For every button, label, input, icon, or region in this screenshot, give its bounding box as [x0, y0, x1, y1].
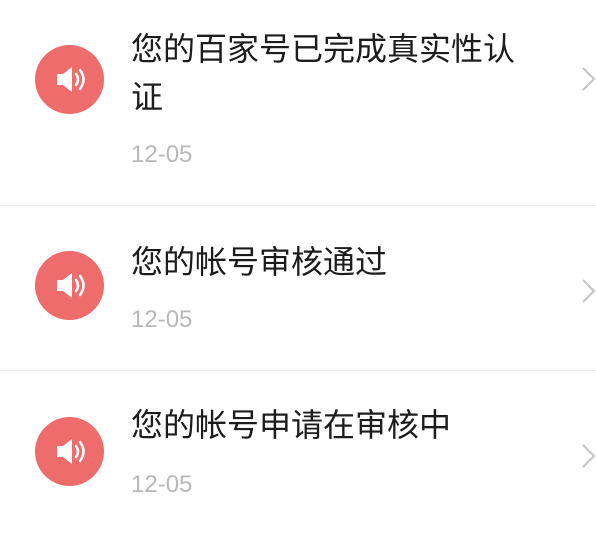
notification-title: 您的百家号已完成真实性认证 — [131, 30, 516, 116]
speaker-glyph — [57, 273, 85, 298]
chevron-right-icon — [580, 441, 596, 471]
notification-date: 12-05 — [131, 306, 193, 333]
notification-title: 您的帐号申请在审核中 — [131, 406, 452, 444]
notification-title: 您的帐号审核通过 — [131, 243, 388, 281]
notification-date: 12-05 — [131, 471, 193, 498]
notification-item[interactable]: 您的百家号已完成真实性认证 12-05 — [0, 0, 596, 205]
notification-item[interactable]: 您的帐号申请在审核中 12-05 — [0, 371, 596, 534]
chevron-right-icon — [580, 276, 596, 306]
speaker-glyph — [57, 439, 85, 464]
speaker-icon — [35, 45, 104, 114]
speaker-icon — [35, 417, 104, 486]
notification-date: 12-05 — [131, 141, 193, 168]
chevron-right-icon — [580, 64, 596, 94]
notification-list: 您的百家号已完成真实性认证 12-05 您的帐号审核通过 12-05 您的帐号申… — [0, 0, 596, 534]
speaker-glyph — [57, 67, 85, 92]
notification-item[interactable]: 您的帐号审核通过 12-05 — [0, 206, 596, 370]
speaker-icon — [35, 251, 104, 320]
